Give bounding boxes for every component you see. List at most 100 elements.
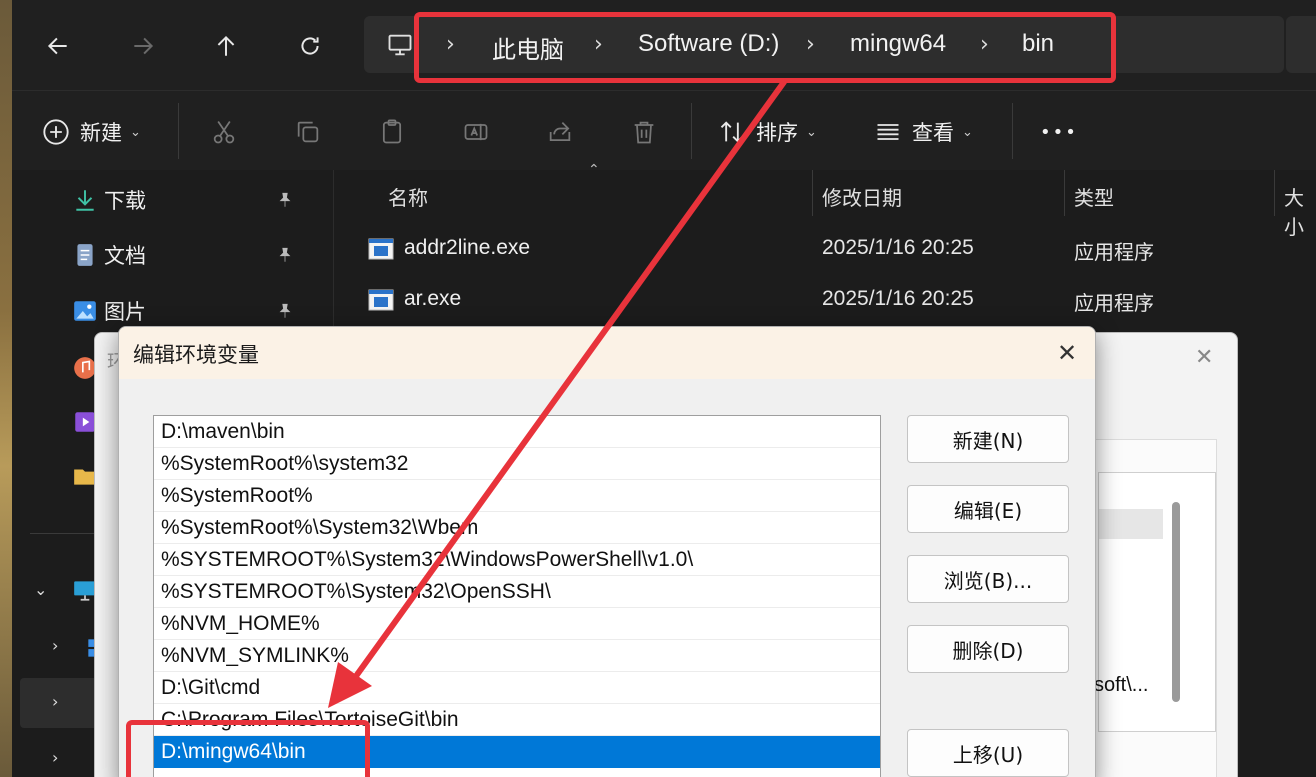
share-icon xyxy=(549,122,571,142)
cut-button[interactable] xyxy=(210,113,238,151)
new-button[interactable]: 新建 ⌄ xyxy=(42,113,141,151)
plus-circle-icon xyxy=(43,119,69,145)
list-item[interactable]: %SystemRoot% xyxy=(154,480,880,512)
sort-label: 排序 xyxy=(756,121,798,145)
list-item-selected[interactable]: D:\mingw64\bin xyxy=(154,736,880,768)
desktop-wallpaper-strip xyxy=(0,0,12,777)
sidebar-item-label: 图片 xyxy=(104,300,146,324)
new-path-button[interactable]: 新建(N) xyxy=(907,415,1069,463)
file-type: 应用程序 xyxy=(1074,291,1154,315)
edit-path-button[interactable]: 编辑(E) xyxy=(907,485,1069,533)
back-button[interactable] xyxy=(38,26,78,66)
column-divider[interactable] xyxy=(812,170,813,216)
pin-icon[interactable] xyxy=(276,191,294,209)
more-icon: ••• xyxy=(1040,121,1078,143)
list-item[interactable]: D:\maven\bin xyxy=(154,416,880,448)
list-item[interactable]: %NVM_SYMLINK% xyxy=(154,640,880,672)
sidebar-item-label: 下载 xyxy=(104,189,146,213)
toolbar-divider xyxy=(1012,103,1013,159)
pin-icon[interactable] xyxy=(276,246,294,264)
list-item[interactable]: %SYSTEMROOT%\System32\OpenSSH\ xyxy=(154,576,880,608)
sidebar-item-documents[interactable]: 文档 xyxy=(72,239,146,271)
more-options-button[interactable]: ••• xyxy=(1040,113,1078,151)
download-icon xyxy=(76,190,94,211)
chevron-right-icon[interactable]: › xyxy=(52,748,58,767)
dialog-title: 编辑环境变量 xyxy=(133,343,259,367)
forward-button[interactable] xyxy=(123,26,163,66)
clipboard-icon xyxy=(382,119,402,144)
file-row[interactable]: ar.exe 2025/1/16 20:25 应用程序 xyxy=(368,283,1308,323)
sidebar-item-downloads[interactable]: 下载 xyxy=(72,184,146,216)
edit-environment-variable-dialog: 编辑环境变量 ✕ D:\maven\bin %SystemRoot%\syste… xyxy=(118,326,1096,777)
refresh-button[interactable] xyxy=(290,26,330,66)
file-date: 2025/1/16 20:25 xyxy=(822,287,974,310)
toolbar-divider xyxy=(178,103,179,159)
pin-icon[interactable] xyxy=(276,302,294,320)
address-bar[interactable]: › 此电脑 › Software (D:) › mingw64 › bin xyxy=(364,16,1284,73)
view-list-icon xyxy=(877,124,899,140)
rename-button[interactable] xyxy=(462,113,490,151)
file-type: 应用程序 xyxy=(1074,240,1154,264)
chevron-down-icon: ⌄ xyxy=(130,124,141,140)
list-item[interactable]: %SystemRoot%\System32\Wbem xyxy=(154,512,880,544)
close-button[interactable]: ✕ xyxy=(1049,335,1085,371)
column-header-name[interactable]: 名称 xyxy=(388,182,428,211)
pictures-icon xyxy=(74,301,96,321)
path-list[interactable]: D:\maven\bin %SystemRoot%\system32 %Syst… xyxy=(153,415,881,777)
exe-file-icon xyxy=(368,238,394,260)
list-item[interactable]: %NVM_HOME% xyxy=(154,608,880,640)
delete-button[interactable] xyxy=(630,113,658,151)
file-row[interactable]: addr2line.exe 2025/1/16 20:25 应用程序 xyxy=(368,232,1308,272)
scrollbar-thumb[interactable] xyxy=(1172,502,1180,702)
column-divider[interactable] xyxy=(1064,170,1065,216)
column-header-type[interactable]: 类型 xyxy=(1074,182,1114,211)
chevron-down-icon: ⌄ xyxy=(962,124,973,140)
sidebar-item-label: 文档 xyxy=(104,244,146,268)
sidebar-item-pictures[interactable]: 图片 xyxy=(72,295,146,327)
trash-icon xyxy=(634,121,654,144)
breadcrumb-mingw64[interactable]: mingw64 xyxy=(850,30,946,58)
refresh-icon xyxy=(301,37,319,55)
selected-variable-row[interactable] xyxy=(1099,509,1163,539)
move-up-button[interactable]: 上移(U) xyxy=(907,729,1069,777)
list-item[interactable]: %SYSTEMROOT%\System32\WindowsPowerShell\… xyxy=(154,544,880,576)
dialog-titlebar: 编辑环境变量 ✕ xyxy=(119,327,1095,379)
view-label: 查看 xyxy=(912,121,954,145)
chevron-right-icon[interactable]: › xyxy=(52,636,58,655)
delete-path-button[interactable]: 删除(D) xyxy=(907,625,1069,673)
breadcrumb-separator: › xyxy=(980,32,989,57)
breadcrumb-this-pc[interactable]: 此电脑 xyxy=(492,30,564,65)
list-item[interactable]: C:\Program Files\TortoiseGit\bin xyxy=(154,704,880,736)
breadcrumb-software-drive[interactable]: Software (D:) xyxy=(638,30,779,58)
arrow-right-icon xyxy=(134,37,154,55)
view-button[interactable]: 查看 ⌄ xyxy=(874,113,973,151)
chevron-down-icon: ⌄ xyxy=(806,124,817,140)
command-toolbar: 新建 ⌄ 排序 ⌄ 查看 ⌄ ••• xyxy=(12,90,1316,170)
variables-panel xyxy=(1095,439,1217,777)
exe-file-icon xyxy=(368,289,394,311)
paste-button[interactable] xyxy=(378,113,406,151)
chevron-right-icon[interactable]: › xyxy=(52,692,58,711)
breadcrumb-separator: › xyxy=(446,32,455,57)
sort-icon xyxy=(720,121,744,143)
list-item[interactable]: ... xyxy=(154,768,880,777)
breadcrumb-bin[interactable]: bin xyxy=(1022,30,1054,58)
close-icon: ✕ xyxy=(1056,339,1078,367)
copy-button[interactable] xyxy=(294,113,322,151)
close-icon[interactable]: ✕ xyxy=(1195,345,1213,370)
copy-icon xyxy=(297,121,319,143)
sort-ascending-icon: ⌃ xyxy=(588,162,600,178)
share-button[interactable] xyxy=(546,113,574,151)
search-box[interactable] xyxy=(1286,16,1316,73)
breadcrumb-separator: › xyxy=(594,32,603,57)
column-header-date[interactable]: 修改日期 xyxy=(822,182,902,211)
column-divider[interactable] xyxy=(1274,170,1275,216)
list-item[interactable]: D:\Git\cmd xyxy=(154,672,880,704)
sort-button[interactable]: 排序 ⌄ xyxy=(718,113,817,151)
browse-button[interactable]: 浏览(B)... xyxy=(907,555,1069,603)
up-button[interactable] xyxy=(206,26,246,66)
arrow-up-icon xyxy=(217,35,235,56)
list-item[interactable]: %SystemRoot%\system32 xyxy=(154,448,880,480)
file-name: ar.exe xyxy=(404,287,462,310)
chevron-down-icon[interactable]: ⌄ xyxy=(34,580,47,599)
